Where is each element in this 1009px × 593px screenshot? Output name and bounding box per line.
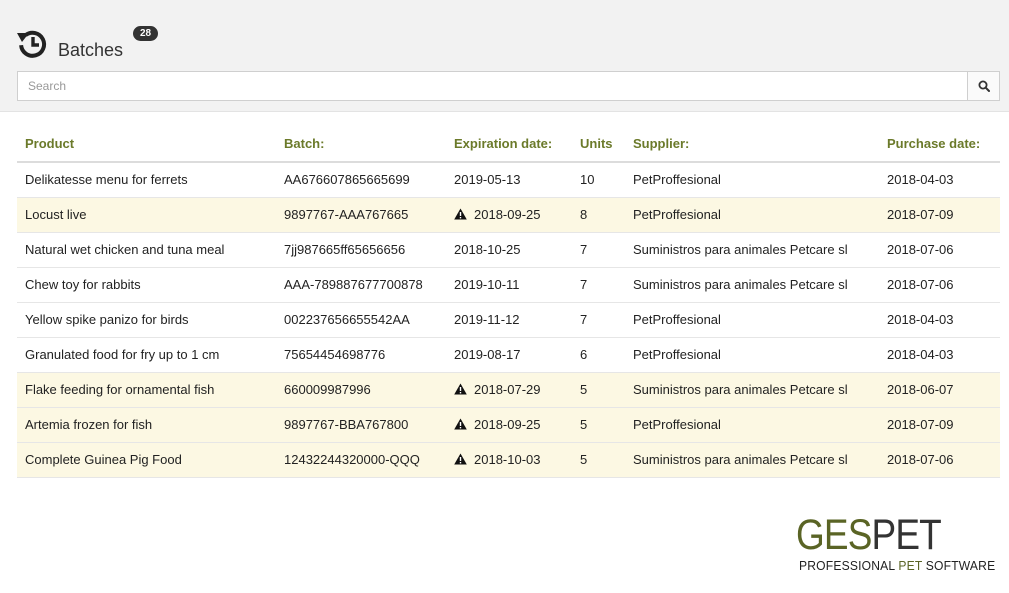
cell-purchase-date: 2018-07-09 [879,407,1000,443]
cell-expiration-date: 2018-07-29 [446,372,572,408]
cell-batch: 12432244320000-QQQ [276,442,446,478]
cell-batch: 002237656655542AA [276,302,446,338]
cell-purchase-date: 2018-04-03 [879,337,1000,373]
cell-product: Yellow spike panizo for birds [17,302,276,338]
cell-supplier: PetProffesional [625,407,879,443]
search-icon [978,80,990,92]
cell-supplier: PetProffesional [625,337,879,373]
warning-triangle-icon [454,383,467,395]
history-icon [17,30,47,58]
cell-supplier: Suministros para animales Petcare sl [625,372,879,408]
cell-supplier: Suministros para animales Petcare sl [625,267,879,303]
warning-triangle-icon [454,208,467,220]
warning-triangle-icon [454,418,467,430]
table-row[interactable]: Natural wet chicken and tuna meal 7jj9876… [17,232,1000,268]
cell-supplier: PetProffesional [625,162,879,198]
cell-supplier: Suministros para animales Petcare sl [625,442,879,478]
cell-expiration-date: 2018-10-03 [446,442,572,478]
cell-batch: AA676607865665699 [276,162,446,198]
page-header: Batches 28 [0,0,1009,112]
cell-expiration-date: 2018-10-25 [446,232,572,268]
cell-units: 6 [572,337,625,373]
cell-purchase-date: 2018-04-03 [879,162,1000,198]
column-header-purchase-date[interactable]: Purchase date: [879,126,1000,163]
cell-batch: 660009987996 [276,372,446,408]
gespet-logo: GESPET PROFESSIONAL PET SOFTWARE [796,514,1001,576]
cell-units: 8 [572,197,625,233]
cell-batch: 9897767-BBA767800 [276,407,446,443]
table-row[interactable]: Granulated food for fry up to 1 cm 756544… [17,337,1000,373]
cell-purchase-date: 2018-07-06 [879,232,1000,268]
column-header-expiration-date[interactable]: Expiration date: [446,126,572,163]
cell-expiration-date: 2018-09-25 [446,407,572,443]
cell-batch: 75654454698776 [276,337,446,373]
cell-product: Flake feeding for ornamental fish [17,372,276,408]
table-row[interactable]: Chew toy for rabbits AAA-789887677700878 2… [17,267,1000,303]
page-title: Batches [58,40,124,60]
cell-purchase-date: 2018-04-03 [879,302,1000,338]
column-header-batch[interactable]: Batch: [276,126,446,163]
cell-expiration-date: 2019-10-11 [446,267,572,303]
cell-purchase-date: 2018-07-09 [879,197,1000,233]
cell-expiration-date: 2019-08-17 [446,337,572,373]
cell-expiration-date: 2018-09-25 [446,197,572,233]
warning-triangle-icon [454,453,467,465]
cell-units: 7 [572,232,625,268]
batches-table: Product Batch: Expiration date: Units Su… [17,126,1000,478]
logo-wordmark: GESPET [796,511,942,559]
cell-expiration-date: 2019-11-12 [446,302,572,338]
cell-purchase-date: 2018-07-06 [879,267,1000,303]
cell-units: 10 [572,162,625,198]
cell-batch: 9897767-AAA767665 [276,197,446,233]
table-row[interactable]: Flake feeding for ornamental fish 6600099… [17,372,1000,408]
cell-product: Artemia frozen for fish [17,407,276,443]
table-row[interactable]: Yellow spike panizo for birds 00223765665… [17,302,1000,338]
cell-product: Chew toy for rabbits [17,267,276,303]
cell-product: Natural wet chicken and tuna meal [17,232,276,268]
cell-expiration-date: 2019-05-13 [446,162,572,198]
search-button[interactable] [967,71,1000,101]
table-body: Delikatesse menu for ferrets AA6766078656… [17,162,1000,478]
cell-supplier: Suministros para animales Petcare sl [625,232,879,268]
cell-batch: 7jj987665ff65656656 [276,232,446,268]
cell-units: 5 [572,372,625,408]
column-header-units[interactable]: Units [572,126,625,163]
cell-batch: AAA-789887677700878 [276,267,446,303]
search-input[interactable] [17,71,968,101]
cell-supplier: PetProffesional [625,302,879,338]
cell-product: Delikatesse menu for ferrets [17,162,276,198]
column-header-supplier[interactable]: Supplier: [625,126,879,163]
search-bar [17,71,1000,101]
cell-product: Complete Guinea Pig Food [17,442,276,478]
cell-purchase-date: 2018-06-07 [879,372,1000,408]
cell-product: Locust live [17,197,276,233]
cell-product: Granulated food for fry up to 1 cm [17,337,276,373]
logo-tagline: PROFESSIONAL PET SOFTWARE [799,558,996,573]
table-row[interactable]: Artemia frozen for fish 9897767-BBA767800… [17,407,1000,443]
cell-purchase-date: 2018-07-06 [879,442,1000,478]
table-row[interactable]: Locust live 9897767-AAA767665 2018-09-25 8 P… [17,197,1000,233]
table-row[interactable]: Complete Guinea Pig Food 12432244320000-Q… [17,442,1000,478]
cell-units: 5 [572,442,625,478]
cell-units: 7 [572,302,625,338]
cell-supplier: PetProffesional [625,197,879,233]
table-header-row: Product Batch: Expiration date: Units Su… [17,126,1000,163]
cell-units: 7 [572,267,625,303]
table-row[interactable]: Delikatesse menu for ferrets AA6766078656… [17,162,1000,198]
cell-units: 5 [572,407,625,443]
batch-count-badge: 28 [133,26,158,41]
column-header-product[interactable]: Product [17,126,276,163]
